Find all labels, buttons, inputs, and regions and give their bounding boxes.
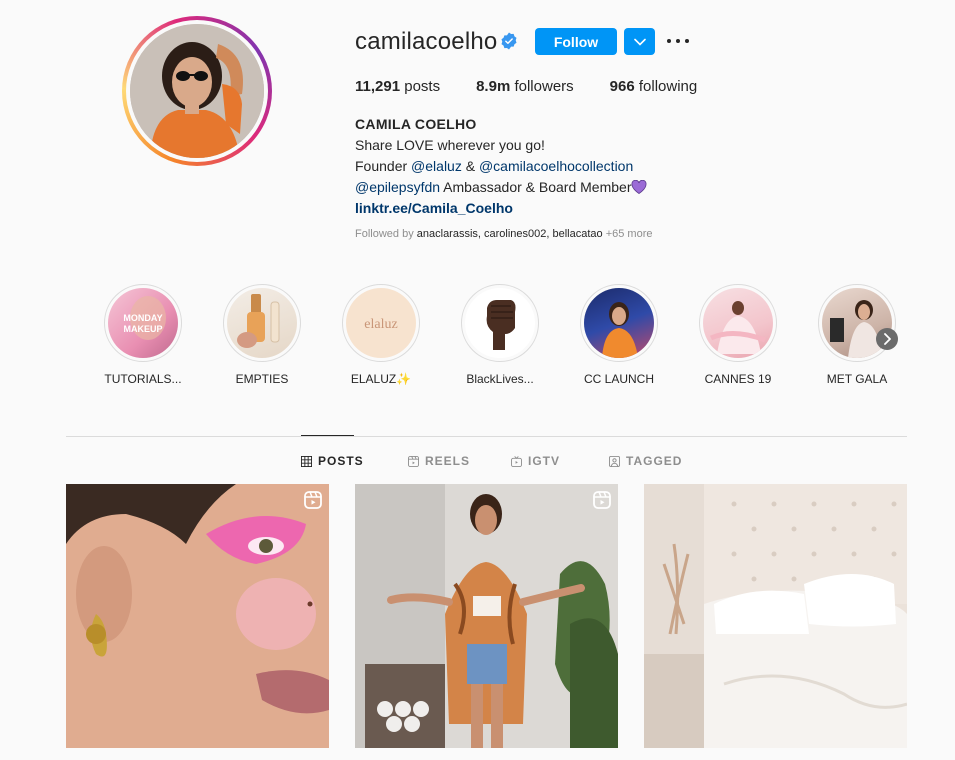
verified-badge-icon: [501, 32, 517, 50]
profile-stats: 11,291 posts 8.9m followers 966 followin…: [355, 78, 733, 95]
follow-button[interactable]: Follow: [535, 28, 617, 55]
highlight-label: CC LAUNCH: [583, 372, 654, 386]
post-thumbnail[interactable]: [644, 484, 907, 748]
highlight-label: TUTORIALS...: [104, 372, 182, 386]
highlight-tutorials[interactable]: MONDAY MAKEUP TUTORIALS...: [93, 284, 193, 386]
tab-reels[interactable]: REELS: [408, 454, 470, 468]
profile-avatar-ring[interactable]: [122, 16, 272, 166]
mention-link[interactable]: @camilacoelhocollection: [479, 158, 633, 174]
reel-icon: [593, 491, 611, 509]
bio-website-link[interactable]: linktr.ee/Camila_Coelho: [355, 198, 695, 219]
igtv-icon: [511, 455, 522, 467]
highlight-blacklives[interactable]: BlackLives...: [450, 284, 550, 386]
tab-tagged[interactable]: TAGGED: [609, 454, 682, 468]
highlight-label: CANNES 19: [704, 372, 772, 386]
followers-count[interactable]: 8.9m followers: [476, 78, 574, 95]
chevron-right-icon: [884, 333, 891, 345]
highlight-empties[interactable]: EMPTIES: [212, 284, 312, 386]
purple-heart-icon: [632, 180, 647, 194]
profile-bio: CAMILA COELHO Share LOVE wherever you go…: [355, 114, 695, 219]
bio-line: Founder @elaluz & @camilacoelhocollectio…: [355, 158, 634, 174]
mention-link[interactable]: @epilepsyfdn: [355, 179, 440, 195]
mention-link[interactable]: @elaluz: [411, 158, 462, 174]
active-tab-indicator: [301, 435, 354, 436]
svg-text:MONDAY: MONDAY: [123, 313, 162, 323]
suggested-dropdown-button[interactable]: [624, 28, 655, 55]
highlight-cc-launch[interactable]: CC LAUNCH: [569, 284, 669, 386]
posts-count: 11,291 posts: [355, 78, 441, 95]
highlight-label: BlackLives...: [466, 372, 534, 386]
avatar[interactable]: [130, 24, 264, 158]
more-options-button[interactable]: [667, 32, 689, 50]
tagged-icon: [609, 455, 620, 467]
highlight-cannes-19[interactable]: CANNES 19: [688, 284, 788, 386]
grid-icon: [301, 455, 312, 467]
reels-icon: [408, 455, 419, 467]
more-dot-icon: [667, 39, 671, 43]
story-highlights: MONDAY MAKEUP TUTORIALS... EMPTIES elalu…: [96, 284, 916, 394]
post-thumbnail[interactable]: [66, 484, 329, 748]
highlight-elaluz[interactable]: elaluz ELALUZ✨: [331, 284, 431, 386]
profile-full-name: CAMILA COELHO: [355, 116, 477, 132]
tabs-divider: [66, 436, 907, 437]
svg-text:MAKEUP: MAKEUP: [123, 324, 162, 334]
bio-line: Share LOVE wherever you go!: [355, 137, 545, 153]
highlight-label: EMPTIES: [235, 372, 289, 386]
profile-username: camilacoelho: [355, 28, 498, 55]
highlights-next-button[interactable]: [876, 328, 898, 350]
raised-fist-icon: [486, 300, 516, 350]
followed-by-text[interactable]: Followed by anaclarassis, carolines002, …: [355, 228, 653, 240]
highlight-label: ELALUZ✨: [350, 372, 412, 386]
bio-line: @epilepsyfdn Ambassador & Board Member: [355, 177, 695, 198]
tab-posts[interactable]: POSTS: [301, 454, 364, 468]
reel-icon: [304, 491, 322, 509]
post-thumbnail[interactable]: [355, 484, 618, 748]
following-count[interactable]: 966 following: [610, 78, 698, 95]
tab-igtv[interactable]: IGTV: [511, 454, 560, 468]
highlight-label: MET GALA: [826, 372, 888, 386]
more-dot-icon: [676, 39, 680, 43]
elaluz-logo: elaluz: [364, 317, 397, 332]
chevron-down-icon: [633, 38, 646, 46]
more-dot-icon: [685, 39, 689, 43]
